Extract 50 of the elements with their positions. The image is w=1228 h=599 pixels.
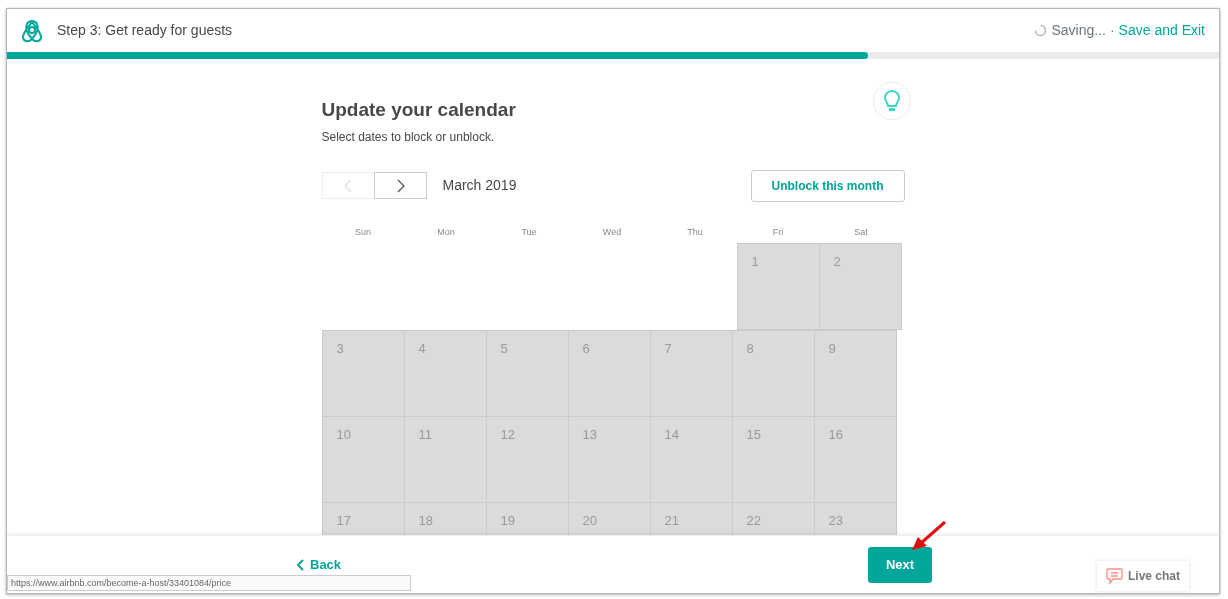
calendar-day[interactable]: 4 [403, 330, 487, 418]
weekday-label: Thu [686, 225, 704, 239]
next-month-button[interactable] [373, 172, 427, 200]
chevron-left-icon [296, 558, 304, 571]
calendar-day[interactable]: 21 [649, 502, 733, 536]
calendar-day[interactable]: 16 [813, 416, 897, 504]
unblock-month-button[interactable]: Unblock this month [750, 169, 905, 202]
calendar-day[interactable]: 2 [818, 243, 902, 331]
calendar-day[interactable]: 3 [321, 330, 405, 418]
calendar-day[interactable]: 19 [485, 502, 569, 536]
weekday-label: Mon [436, 225, 456, 239]
page-subtitle: Select dates to block or unblock. [321, 128, 496, 146]
calendar-day[interactable]: 13 [567, 416, 651, 504]
chevron-right-icon [395, 178, 405, 193]
saving-status: Saving... [1051, 21, 1106, 41]
separator: · [1109, 21, 1115, 41]
chat-bubble-icon [1105, 568, 1123, 584]
weekday-label: Tue [520, 225, 538, 239]
logo-icon[interactable] [21, 18, 43, 43]
weekday-label: Sun [354, 225, 372, 239]
calendar-day[interactable]: 20 [567, 502, 651, 536]
calendar-day[interactable]: 11 [403, 416, 487, 504]
lightbulb-icon[interactable] [872, 81, 911, 120]
calendar-day[interactable]: 10 [321, 416, 405, 504]
calendar-day[interactable]: 12 [485, 416, 569, 504]
calendar-day[interactable]: 1 [736, 243, 820, 331]
chevron-left-icon [343, 178, 353, 193]
live-chat-button[interactable]: Live chat [1096, 561, 1189, 591]
calendar-day[interactable]: 8 [731, 330, 815, 418]
calendar-day[interactable]: 15 [731, 416, 815, 504]
calendar-day[interactable]: 18 [403, 502, 487, 536]
calendar-day[interactable]: 6 [567, 330, 651, 418]
weekday-label: Wed [601, 225, 623, 239]
status-url: https://www.airbnb.com/become-a-host/33401084/price [7, 575, 411, 591]
page-title: Update your calendar [321, 98, 517, 122]
month-label: March 2019 [442, 176, 517, 196]
calendar-day[interactable]: 5 [485, 330, 569, 418]
weekday-label: Fri [771, 225, 785, 239]
step-title: Step 3: Get ready for guests [57, 21, 233, 41]
back-link[interactable]: Back [296, 554, 342, 575]
calendar-day[interactable]: 23 [813, 502, 897, 536]
weekday-label: Sat [853, 225, 869, 239]
spinner-icon [1034, 24, 1048, 38]
calendar-day[interactable]: 9 [813, 330, 897, 418]
calendar-day[interactable]: 22 [731, 502, 815, 536]
calendar-day[interactable]: 7 [649, 330, 733, 418]
calendar-day[interactable]: 17 [321, 502, 405, 536]
save-exit-link[interactable]: Save and Exit [1118, 20, 1205, 42]
calendar-day[interactable]: 14 [649, 416, 733, 504]
next-button[interactable]: Next [868, 546, 932, 583]
